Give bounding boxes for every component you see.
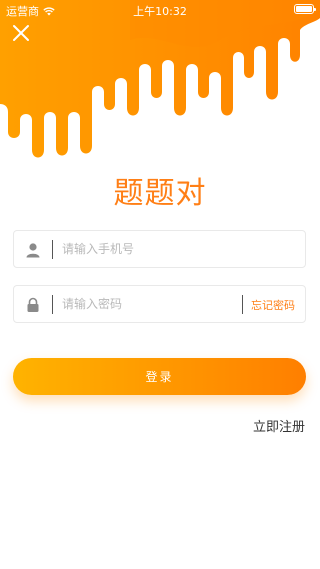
user-icon (26, 243, 40, 258)
battery-icon (294, 4, 316, 14)
register-link[interactable]: 立即注册 (253, 416, 305, 435)
close-icon[interactable] (10, 22, 32, 44)
status-bar: 运营商 上午10:32 (0, 0, 320, 20)
password-field[interactable]: 忘记密码 (13, 285, 306, 323)
field-divider (52, 240, 53, 259)
status-time: 上午10:32 (133, 5, 187, 18)
header-drip-background (0, 0, 320, 158)
forgot-divider (242, 295, 243, 314)
lock-icon (27, 297, 39, 312)
login-button[interactable]: 登录 (13, 358, 306, 395)
password-input[interactable] (62, 294, 232, 314)
phone-input[interactable] (62, 239, 232, 259)
forgot-password-link[interactable]: 忘记密码 (251, 297, 295, 313)
phone-field[interactable] (13, 230, 306, 268)
field-divider (52, 295, 53, 314)
app-title: 题题对 (113, 176, 207, 211)
